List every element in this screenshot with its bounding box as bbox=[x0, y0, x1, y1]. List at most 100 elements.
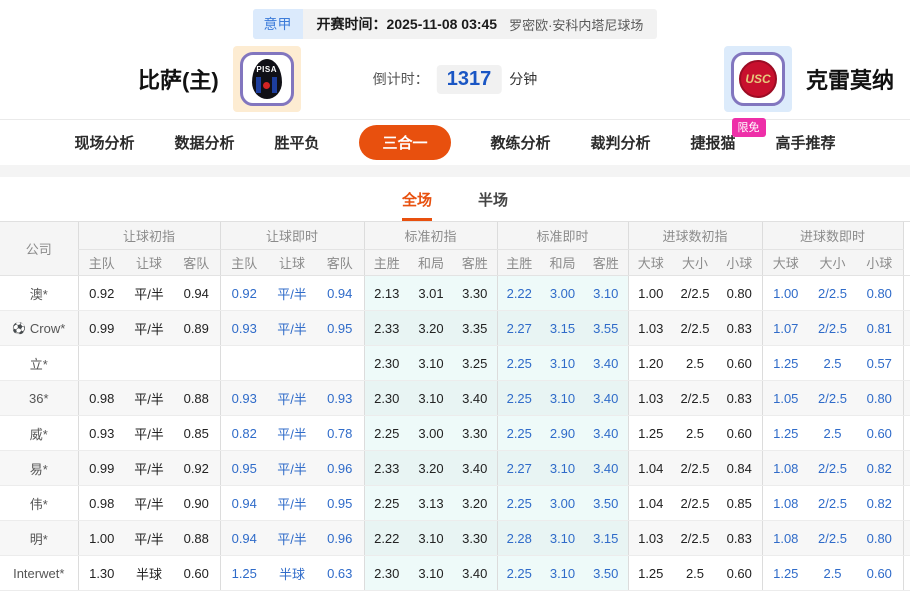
odds-cell[interactable]: 平/半 bbox=[268, 450, 316, 486]
odds-cell[interactable]: 0.98 bbox=[77, 380, 125, 416]
odds-cell[interactable]: 2.22 bbox=[496, 275, 541, 311]
odds-cell[interactable]: 2/2.5 bbox=[673, 520, 717, 556]
nav-tab-8[interactable]: 高手推荐 bbox=[776, 132, 836, 153]
odds-cell[interactable]: 0.93 bbox=[219, 380, 268, 416]
odds-cell[interactable]: 平/半 bbox=[125, 520, 173, 556]
odds-cell[interactable]: 3.40 bbox=[584, 380, 628, 416]
odds-cell[interactable]: 2/2.5 bbox=[673, 380, 717, 416]
odds-cell[interactable]: 0.80 bbox=[856, 520, 904, 556]
odds-cell[interactable]: 2.13 bbox=[363, 275, 409, 311]
odds-cell[interactable]: 2.33 bbox=[363, 310, 409, 346]
odds-cell[interactable]: 0.94 bbox=[219, 485, 268, 521]
odds-cell[interactable]: 平/半 bbox=[125, 310, 173, 346]
odds-cell[interactable]: 0.93 bbox=[316, 380, 364, 416]
odds-cell[interactable]: 2.90 bbox=[541, 415, 584, 451]
subtab-1[interactable]: 全场 bbox=[401, 189, 432, 221]
odds-cell[interactable]: 2/2.5 bbox=[673, 310, 717, 346]
odds-cell[interactable]: 0.57 bbox=[856, 345, 904, 381]
odds-cell[interactable]: 平/半 bbox=[268, 520, 316, 556]
odds-cell[interactable]: 2.5 bbox=[673, 555, 717, 591]
odds-cell[interactable]: 0.90 bbox=[173, 485, 220, 521]
odds-cell[interactable]: 0.88 bbox=[173, 520, 220, 556]
subtab-2[interactable]: 半场 bbox=[478, 189, 508, 221]
odds-cell[interactable]: 1.20 bbox=[627, 345, 673, 381]
odds-cell[interactable]: 3.10 bbox=[541, 450, 584, 486]
odds-cell[interactable]: 1.03 bbox=[627, 520, 673, 556]
odds-cell[interactable]: 2.25 bbox=[496, 380, 541, 416]
odds-cell[interactable]: 2.27 bbox=[496, 310, 541, 346]
odds-cell[interactable]: 3.40 bbox=[584, 415, 628, 451]
odds-cell[interactable]: 3.25 bbox=[453, 345, 497, 381]
odds-cell[interactable]: 3.35 bbox=[453, 310, 497, 346]
odds-cell[interactable]: 0.60 bbox=[717, 555, 763, 591]
odds-cell[interactable]: 3.40 bbox=[584, 450, 628, 486]
odds-cell[interactable]: 1.25 bbox=[761, 415, 810, 451]
odds-cell[interactable]: 3.40 bbox=[453, 450, 497, 486]
odds-cell[interactable]: 1.25 bbox=[219, 555, 268, 591]
nav-tab-7[interactable]: 捷报猫 限免 bbox=[691, 118, 766, 153]
odds-cell[interactable]: 2/2.5 bbox=[809, 275, 857, 311]
odds-cell[interactable]: 3.30 bbox=[453, 415, 497, 451]
odds-cell[interactable]: 3.13 bbox=[409, 485, 453, 521]
odds-cell[interactable]: 3.10 bbox=[409, 555, 453, 591]
odds-cell[interactable]: 0.95 bbox=[316, 310, 364, 346]
odds-cell[interactable]: 3.10 bbox=[584, 275, 628, 311]
odds-cell[interactable]: 3.20 bbox=[453, 485, 497, 521]
odds-cell[interactable]: 0.85 bbox=[173, 415, 220, 451]
odds-cell[interactable]: 2.30 bbox=[363, 345, 409, 381]
odds-cell[interactable]: 1.08 bbox=[761, 485, 810, 521]
odds-cell[interactable]: 0.78 bbox=[316, 415, 364, 451]
company-cell[interactable]: Interwet* bbox=[0, 555, 78, 591]
odds-cell[interactable]: 0.92 bbox=[219, 275, 268, 311]
odds-cell[interactable]: 0.92 bbox=[77, 275, 125, 311]
nav-tab-3[interactable]: 胜平负 bbox=[274, 132, 319, 153]
odds-cell[interactable]: 0.94 bbox=[316, 275, 364, 311]
odds-cell[interactable]: 0.95 bbox=[316, 485, 364, 521]
odds-cell[interactable]: 2/2.5 bbox=[809, 450, 857, 486]
odds-cell[interactable]: 0.60 bbox=[856, 415, 904, 451]
odds-cell[interactable]: 1.05 bbox=[761, 380, 810, 416]
odds-cell[interactable]: 1.00 bbox=[761, 275, 810, 311]
odds-cell[interactable]: 2.22 bbox=[363, 520, 409, 556]
odds-cell[interactable]: 0.96 bbox=[316, 520, 364, 556]
odds-cell[interactable]: 1.00 bbox=[77, 520, 125, 556]
odds-cell[interactable]: 0.89 bbox=[173, 310, 220, 346]
company-cell[interactable]: 36* bbox=[0, 380, 78, 416]
odds-cell[interactable]: 平/半 bbox=[268, 415, 316, 451]
odds-cell[interactable]: 2/2.5 bbox=[809, 310, 857, 346]
odds-cell[interactable]: 0.83 bbox=[717, 520, 763, 556]
odds-cell[interactable]: 2/2.5 bbox=[809, 485, 857, 521]
odds-cell[interactable]: 0.83 bbox=[717, 310, 763, 346]
odds-cell[interactable]: 0.60 bbox=[717, 415, 763, 451]
odds-cell[interactable]: 3.55 bbox=[584, 310, 628, 346]
odds-cell[interactable]: 2.5 bbox=[673, 345, 717, 381]
odds-cell[interactable]: 1.08 bbox=[761, 450, 810, 486]
odds-cell[interactable]: 半球 bbox=[268, 555, 316, 591]
odds-cell[interactable]: 3.10 bbox=[409, 520, 453, 556]
odds-cell[interactable]: 3.20 bbox=[409, 310, 453, 346]
odds-cell[interactable]: 3.10 bbox=[541, 380, 584, 416]
odds-cell[interactable]: 2.5 bbox=[673, 415, 717, 451]
odds-cell[interactable]: 3.00 bbox=[541, 275, 584, 311]
odds-cell[interactable]: 0.94 bbox=[219, 520, 268, 556]
odds-cell[interactable]: 2/2.5 bbox=[673, 450, 717, 486]
odds-cell[interactable]: 0.60 bbox=[856, 555, 904, 591]
company-cell[interactable]: 澳* bbox=[0, 275, 78, 311]
odds-cell[interactable]: 3.10 bbox=[541, 555, 584, 591]
odds-cell[interactable]: 0.88 bbox=[173, 380, 220, 416]
odds-cell[interactable]: 0.99 bbox=[77, 450, 125, 486]
odds-cell[interactable]: 0.80 bbox=[856, 275, 904, 311]
company-cell[interactable]: 易* bbox=[0, 450, 78, 486]
odds-cell[interactable]: 3.40 bbox=[453, 380, 497, 416]
odds-cell[interactable]: 0.63 bbox=[316, 555, 364, 591]
odds-cell[interactable]: 平/半 bbox=[125, 415, 173, 451]
odds-cell[interactable]: 2.25 bbox=[496, 345, 541, 381]
odds-cell[interactable]: 2/2.5 bbox=[809, 520, 857, 556]
nav-tab-5[interactable]: 教练分析 bbox=[491, 132, 551, 153]
odds-cell[interactable]: 1.25 bbox=[761, 345, 810, 381]
odds-cell[interactable]: 1.00 bbox=[627, 275, 673, 311]
odds-cell[interactable]: 0.96 bbox=[316, 450, 364, 486]
odds-cell[interactable]: 3.10 bbox=[541, 345, 584, 381]
odds-cell[interactable]: 2.25 bbox=[363, 485, 409, 521]
odds-cell[interactable]: 3.50 bbox=[584, 485, 628, 521]
